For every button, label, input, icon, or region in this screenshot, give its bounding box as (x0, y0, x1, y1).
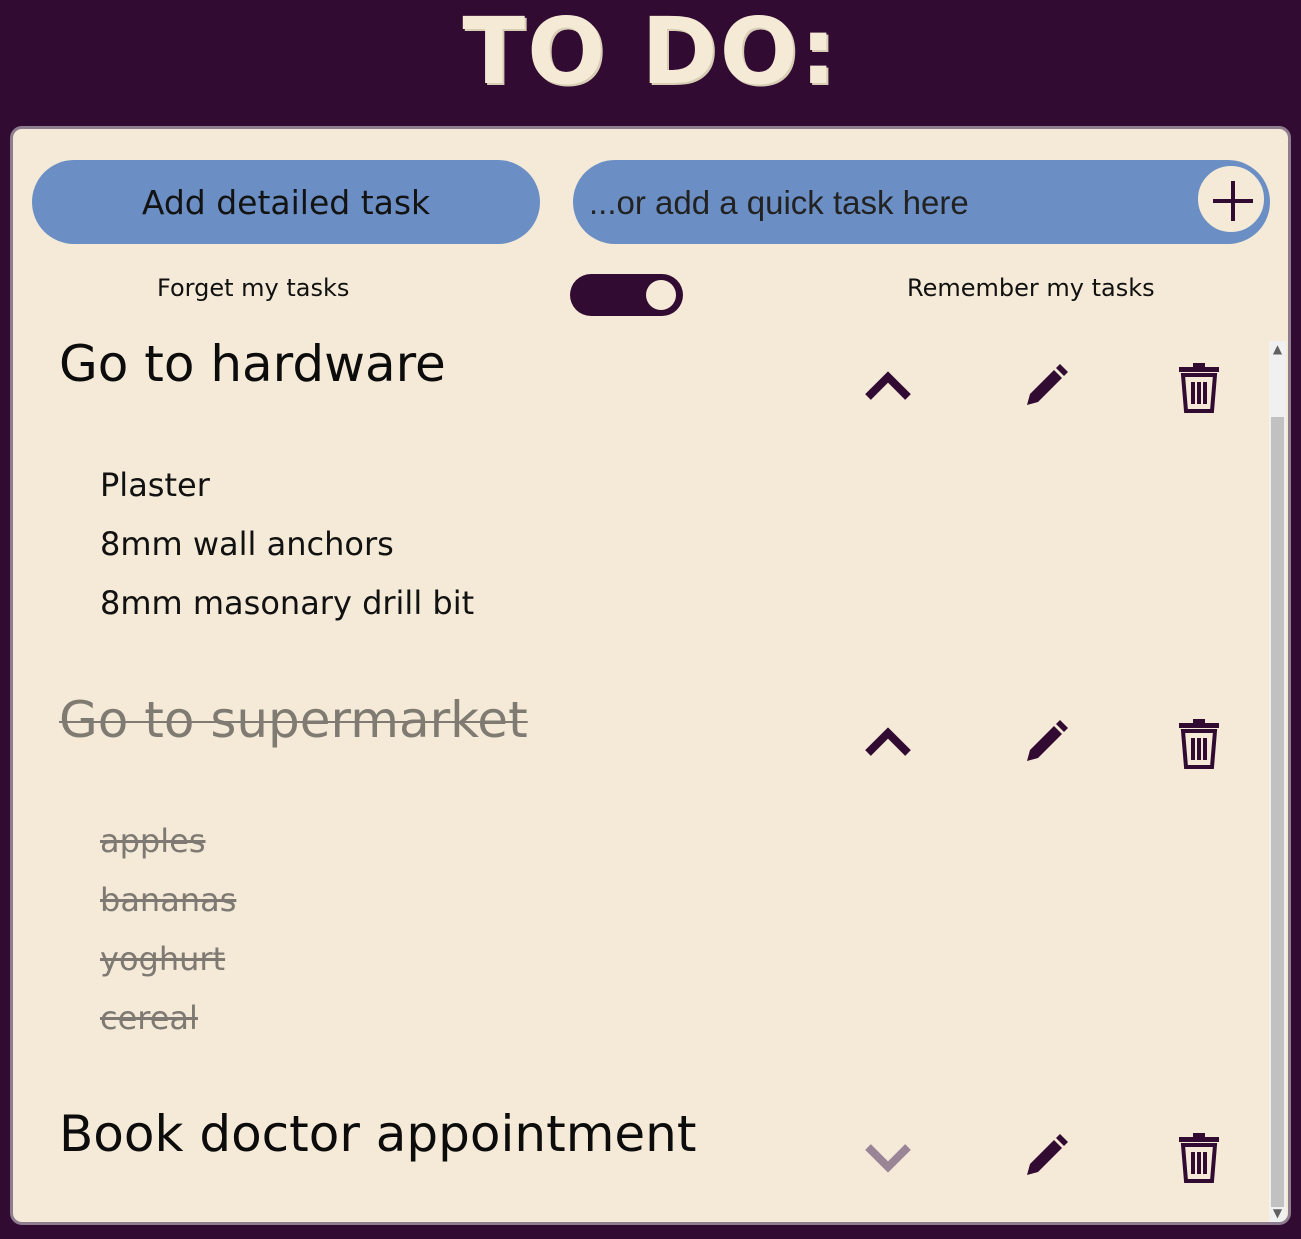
expand-task-button[interactable] (856, 1125, 920, 1189)
task-items: Plaster 8mm wall anchors 8mm masonary dr… (100, 456, 474, 633)
add-quick-task-button[interactable] (1195, 163, 1267, 235)
task-panel: Add detailed task Forget my tasks Rememb… (10, 126, 1291, 1225)
task-title[interactable]: Book doctor appointment (59, 1105, 696, 1163)
chevron-up-icon (865, 727, 911, 756)
task-card: Book doctor appointment (13, 1105, 1265, 1222)
add-detailed-task-button[interactable]: Add detailed task (32, 160, 540, 244)
edit-task-button[interactable] (1013, 1125, 1077, 1189)
list-item[interactable]: bananas (100, 871, 236, 930)
app-title: TO DO: (462, 0, 839, 105)
task-title[interactable]: Go to supermarket (59, 691, 528, 749)
quick-task-bar (573, 160, 1270, 246)
scrollbar-thumb[interactable] (1271, 417, 1284, 1207)
list-item[interactable]: yoghurt (100, 930, 236, 989)
remember-tasks-label: Remember my tasks (907, 274, 1155, 302)
scroll-down-arrow[interactable]: ▼ (1269, 1205, 1286, 1222)
delete-task-button[interactable] (1167, 711, 1231, 775)
collapse-task-button[interactable] (856, 355, 920, 419)
edit-task-button[interactable] (1013, 355, 1077, 419)
forget-tasks-label: Forget my tasks (157, 274, 350, 302)
pencil-icon (1027, 720, 1068, 761)
task-items: apples bananas yoghurt cereal (100, 812, 236, 1048)
list-item[interactable]: cereal (100, 989, 236, 1048)
toggle-knob (646, 280, 676, 310)
chevron-down-icon (865, 1144, 911, 1173)
delete-task-button[interactable] (1167, 355, 1231, 419)
chevron-up-icon (865, 371, 911, 400)
pencil-icon (1027, 364, 1068, 405)
task-list: Go to hardware Plaster 8mm wall anchors … (13, 341, 1265, 1222)
collapse-task-button[interactable] (856, 711, 920, 775)
list-item[interactable]: 8mm masonary drill bit (100, 574, 474, 633)
list-item[interactable]: Plaster (100, 456, 474, 515)
task-list-scrollbar[interactable]: ▲ ▼ (1269, 341, 1286, 1222)
trash-icon (1179, 1133, 1219, 1183)
quick-task-input[interactable] (587, 160, 1181, 246)
trash-icon (1179, 719, 1219, 769)
pencil-icon (1027, 1134, 1068, 1175)
list-item[interactable]: 8mm wall anchors (100, 515, 474, 574)
task-title[interactable]: Go to hardware (59, 341, 446, 393)
edit-task-button[interactable] (1013, 711, 1077, 775)
delete-task-button[interactable] (1167, 1125, 1231, 1189)
task-card: Go to hardware Plaster 8mm wall anchors … (13, 341, 1265, 697)
remember-tasks-toggle[interactable] (570, 274, 683, 316)
task-card: Go to supermarket apples bananas yoghurt… (13, 691, 1265, 1111)
plus-icon (1213, 181, 1253, 221)
trash-icon (1179, 363, 1219, 413)
scroll-up-arrow[interactable]: ▲ (1269, 341, 1286, 358)
list-item[interactable]: apples (100, 812, 236, 871)
